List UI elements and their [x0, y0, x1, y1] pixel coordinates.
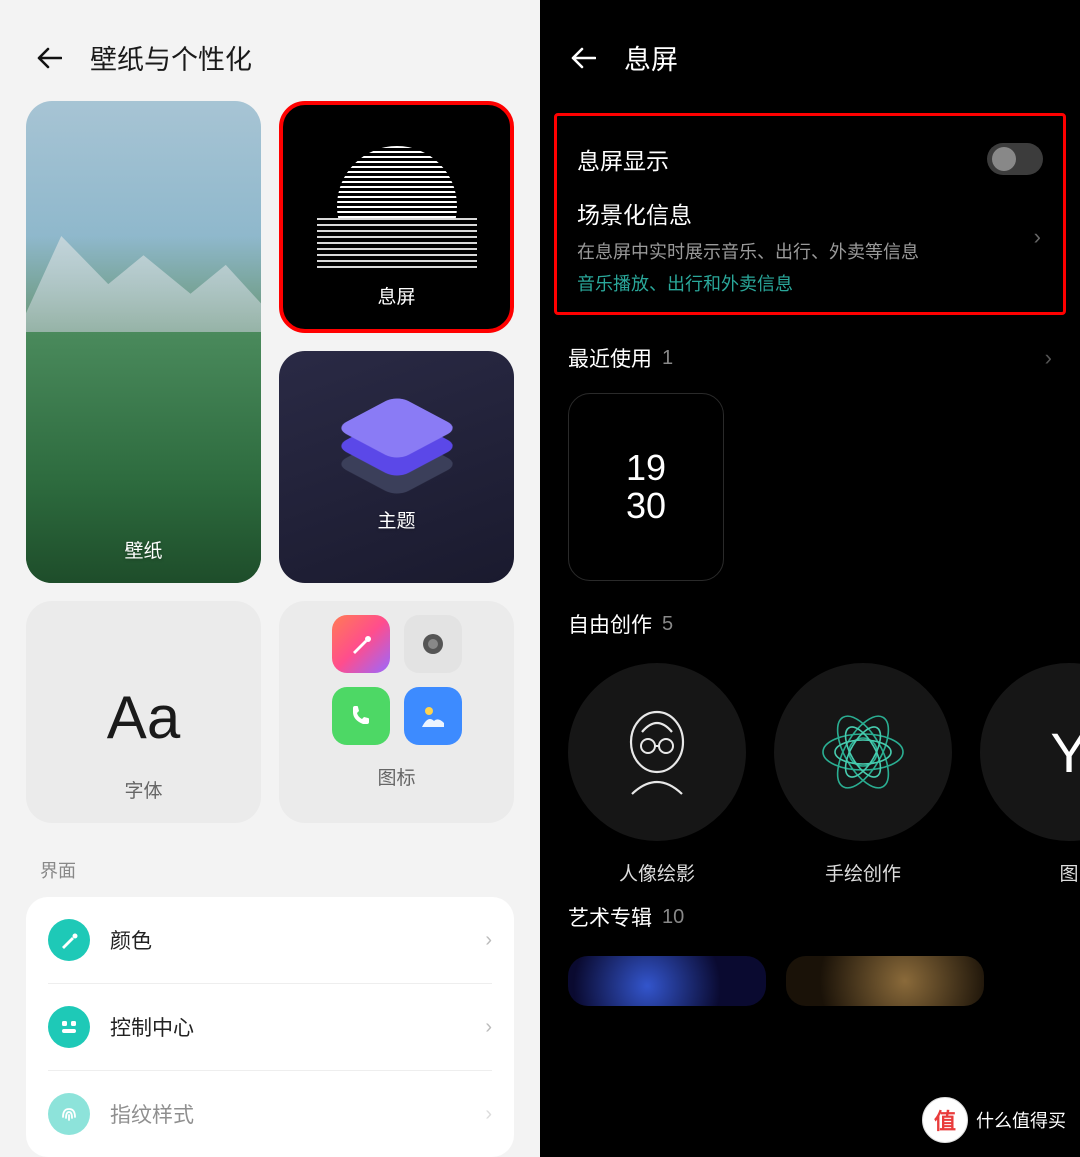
scene-desc: 在息屏中实时展示音乐、出行、外卖等信息	[577, 238, 1043, 264]
draw-label: 手绘创作	[825, 859, 901, 886]
chevron-right-icon: ›	[485, 1103, 492, 1126]
wallpaper-card[interactable]: 壁纸	[26, 101, 261, 583]
chevron-right-icon: ›	[485, 929, 492, 952]
letter-icon: Y	[980, 663, 1080, 841]
draw-item[interactable]: 手绘创作	[774, 663, 952, 886]
phone-icon	[332, 687, 390, 745]
portrait-item[interactable]: 人像绘影	[568, 663, 746, 886]
watermark-text: 什么值得买	[976, 1107, 1066, 1133]
font-symbol: Aa	[107, 683, 180, 752]
right-header: 息屏	[540, 0, 1080, 101]
wallpaper-label: 壁纸	[124, 536, 162, 563]
scene-title: 场景化信息	[577, 196, 1043, 230]
personalization-panel: 壁纸与个性化 壁纸 息屏 主题 Aa 字体	[0, 0, 540, 1157]
art-count: 10	[662, 906, 1052, 929]
recent-count: 1	[662, 347, 1045, 370]
gallery-icon	[404, 687, 462, 745]
watermark-badge: 值	[922, 1097, 968, 1143]
aod-display-toggle[interactable]	[987, 143, 1043, 175]
recent-section-header[interactable]: 最近使用 1 ›	[540, 315, 1080, 383]
flower-icon	[774, 663, 952, 841]
aod-display-row[interactable]: 息屏显示	[569, 130, 1051, 188]
chevron-right-icon: ›	[1034, 224, 1041, 250]
scene-info-row[interactable]: 场景化信息 在息屏中实时展示音乐、出行、外卖等信息 音乐播放、出行和外卖信息 ›	[569, 188, 1051, 296]
back-icon[interactable]	[34, 43, 64, 73]
theme-card[interactable]: 主题	[279, 351, 514, 583]
control-icon	[48, 1006, 90, 1048]
free-section-header[interactable]: 自由创作 5	[540, 581, 1080, 649]
free-count: 5	[662, 613, 1052, 636]
brush-icon	[332, 615, 390, 673]
aod-panel: 息屏 息屏显示 场景化信息 在息屏中实时展示音乐、出行、外卖等信息 音乐播放、出…	[540, 0, 1080, 1157]
free-items: 人像绘影 手绘创作 Y 图	[540, 649, 1080, 886]
clock-hour: 19	[626, 449, 666, 487]
recent-title: 最近使用	[568, 343, 652, 373]
camera-icon	[404, 615, 462, 673]
fingerprint-item[interactable]: 指纹样式 ›	[26, 1071, 514, 1157]
aod-display-label: 息屏显示	[577, 142, 987, 176]
font-label: 字体	[124, 776, 162, 803]
icon-samples	[332, 615, 462, 745]
fingerprint-label: 指纹样式	[110, 1099, 485, 1129]
recent-clock-card[interactable]: 19 30	[568, 393, 724, 581]
art-title: 艺术专辑	[568, 902, 652, 932]
ui-list: 颜色 › 控制中心 › 指纹样式 ›	[26, 897, 514, 1157]
color-label: 颜色	[110, 925, 485, 955]
left-header: 壁纸与个性化	[0, 0, 540, 101]
clock-minute: 30	[626, 487, 666, 525]
free-title: 自由创作	[568, 609, 652, 639]
control-center-label: 控制中心	[110, 1012, 485, 1042]
layers-icon	[342, 382, 452, 482]
third-label: 图	[1059, 859, 1078, 886]
portrait-icon	[568, 663, 746, 841]
theme-label: 主题	[377, 506, 415, 533]
art-card[interactable]	[568, 956, 766, 1006]
fingerprint-icon	[48, 1093, 90, 1135]
aod-label: 息屏	[377, 282, 415, 309]
icons-label: 图标	[377, 763, 415, 790]
back-icon[interactable]	[568, 43, 598, 73]
art-section-header[interactable]: 艺术专辑 10	[540, 886, 1080, 942]
highlighted-settings: 息屏显示 场景化信息 在息屏中实时展示音乐、出行、外卖等信息 音乐播放、出行和外…	[554, 113, 1066, 315]
portrait-label: 人像绘影	[619, 859, 695, 886]
icons-card[interactable]: 图标	[279, 601, 514, 823]
chevron-right-icon: ›	[1045, 345, 1052, 371]
art-card[interactable]	[786, 956, 984, 1006]
color-item[interactable]: 颜色 ›	[26, 897, 514, 983]
scene-link: 音乐播放、出行和外卖信息	[577, 270, 1043, 296]
chevron-right-icon: ›	[485, 1016, 492, 1039]
page-title: 壁纸与个性化	[90, 38, 252, 77]
ui-section-label: 界面	[0, 823, 540, 897]
control-center-item[interactable]: 控制中心 ›	[26, 984, 514, 1070]
page-title: 息屏	[624, 38, 678, 77]
aod-sun-icon	[337, 146, 457, 266]
third-item[interactable]: Y 图	[980, 663, 1080, 886]
watermark: 值 什么值得买	[922, 1097, 1066, 1143]
art-items	[540, 942, 1080, 1006]
aod-card[interactable]: 息屏	[279, 101, 514, 333]
font-card[interactable]: Aa 字体	[26, 601, 261, 823]
palette-icon	[48, 919, 90, 961]
